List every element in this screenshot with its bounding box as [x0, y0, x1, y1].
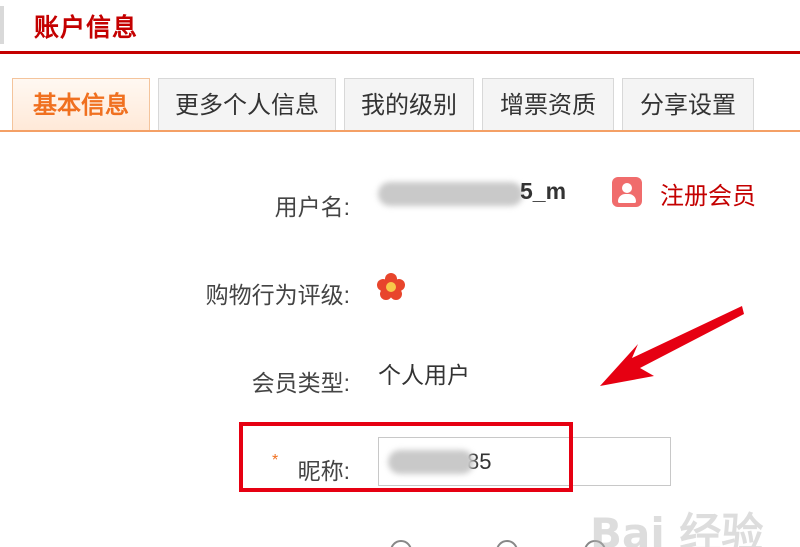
nickname-highlight-box	[239, 422, 573, 492]
page-title: 账户信息	[34, 14, 139, 42]
member-type-value: 个人用户	[378, 362, 470, 388]
tab-my-level[interactable]: 我的级别	[344, 78, 474, 130]
flower-rating-icon	[377, 273, 405, 300]
radio-option-2[interactable]	[496, 540, 518, 547]
username-redacted	[378, 182, 523, 206]
tab-more-personal-info[interactable]: 更多个人信息	[158, 78, 336, 130]
baidu-watermark: Bai 经验	[590, 509, 764, 547]
annotation-arrow-icon	[600, 306, 744, 386]
radio-option-1[interactable]	[390, 540, 412, 547]
tab-invoice-qualification[interactable]: 增票资质	[482, 78, 614, 130]
member-icon[interactable]	[612, 177, 642, 207]
username-value: 5_m	[520, 178, 567, 204]
register-member-link[interactable]: 注册会员	[660, 176, 756, 211]
username-label: 用户名:	[274, 194, 350, 220]
tab-bar-underline	[0, 130, 800, 132]
shopping-rating-label: 购物行为评级:	[205, 282, 350, 308]
tab-share-settings[interactable]: 分享设置	[622, 78, 754, 130]
tab-basic-info[interactable]: 基本信息	[12, 78, 150, 130]
header-accent-bar	[0, 6, 4, 44]
member-type-label: 会员类型:	[251, 370, 350, 396]
page-header: 账户信息	[0, 0, 800, 56]
header-divider	[0, 51, 800, 54]
